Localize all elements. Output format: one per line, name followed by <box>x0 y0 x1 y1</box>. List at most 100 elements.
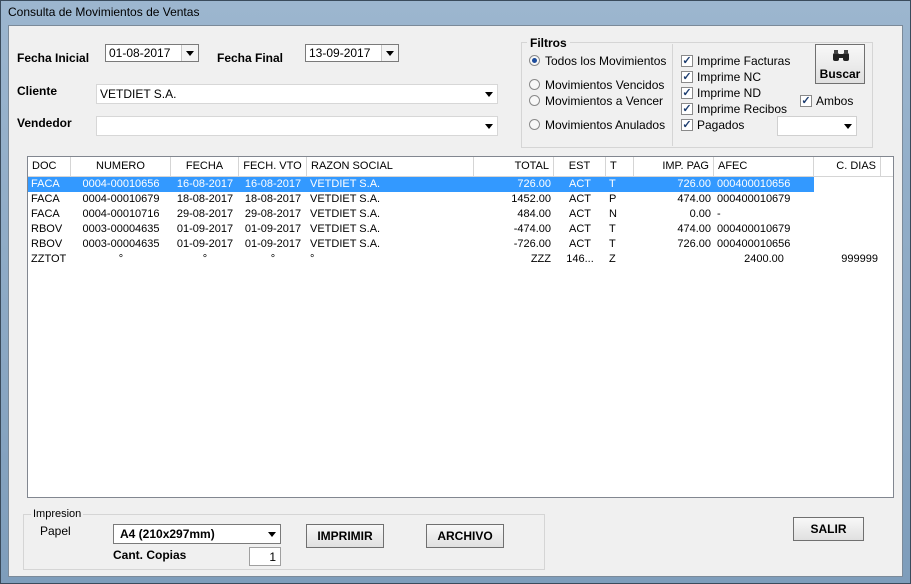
cell-total: ZZZ <box>530 253 551 265</box>
table-row[interactable]: FACA 0004-00010679 18-08-2017 18-08-2017 VET… <box>28 192 893 207</box>
table-row[interactable]: RBOV 0003-00004635 01-09-2017 01-09-2017 VET… <box>28 237 893 252</box>
fecha-final-picker[interactable]: 13-09-2017 <box>305 44 399 62</box>
title-bar[interactable]: Consulta de Movimientos de Ventas <box>1 1 910 23</box>
radio-dot[interactable] <box>529 119 540 130</box>
copias-input[interactable]: 1 <box>249 547 281 566</box>
cell-doc: ZZTOT <box>31 253 67 265</box>
app-window: Consulta de Movimientos de Ventas Fecha … <box>0 0 911 584</box>
col-fech-vto[interactable]: FECH. VTO <box>239 157 307 176</box>
vendedor-select[interactable] <box>96 116 498 136</box>
fecha-final-label: Fecha Final <box>217 51 284 65</box>
cell-afec: 000400010656 <box>717 178 791 190</box>
radio-dot[interactable] <box>529 79 540 90</box>
cell-c-dias: 999999 <box>841 253 878 265</box>
papel-select[interactable]: A4 (210x297mm) <box>113 524 281 544</box>
pagados-select[interactable] <box>777 116 857 136</box>
cell-est: 146... <box>566 253 594 265</box>
movimientos-table[interactable]: DOC NUMERO FECHA FECH. VTO RAZON SOCIAL … <box>27 156 894 498</box>
table-row[interactable]: FACA 0004-00010656 16-08-2017 16-08-2017 VET… <box>28 177 814 192</box>
checkbox-checked-icon[interactable]: ✓ <box>800 95 812 107</box>
cell-t: P <box>609 193 617 205</box>
buscar-button[interactable]: Buscar <box>815 44 865 84</box>
col-fecha[interactable]: FECHA <box>171 157 239 176</box>
fecha-inicial-picker[interactable]: 01-08-2017 <box>105 44 199 62</box>
radio-dot[interactable] <box>529 95 540 106</box>
chevron-down-icon[interactable] <box>264 526 280 542</box>
table-row[interactable]: RBOV 0003-00004635 01-09-2017 01-09-2017 VET… <box>28 222 893 237</box>
table-row[interactable]: ZZTOT ° ° ° ° ZZZ 146... Z 2400.00 999999 <box>28 252 893 267</box>
col-c-dias[interactable]: C. DIAS <box>814 157 881 176</box>
cell-est: ACT <box>569 223 591 235</box>
cliente-select[interactable]: VETDIET S.A. <box>96 84 498 104</box>
checkbox-checked-icon[interactable]: ✓ <box>681 103 693 115</box>
cell-t: T <box>609 238 616 250</box>
cell-total: 1452.00 <box>511 193 551 205</box>
cell-fecha: 01-09-2017 <box>176 223 234 235</box>
cell-est: ACT <box>569 178 591 190</box>
client-area: Fecha Inicial 01-08-2017 Fecha Final 13-… <box>8 25 903 577</box>
imprimir-button[interactable]: IMPRIMIR <box>306 524 384 548</box>
cell-numero: 0004-00010656 <box>82 178 160 190</box>
cell-fech-vto: 01-09-2017 <box>244 223 302 235</box>
checkbox-checked-icon[interactable]: ✓ <box>681 119 693 131</box>
chevron-down-icon[interactable] <box>381 45 398 61</box>
cliente-value: VETDIET S.A. <box>100 87 177 101</box>
cell-razon-social: ° <box>310 253 315 265</box>
col-razon-social[interactable]: RAZON SOCIAL <box>307 157 474 176</box>
checkbox-checked-icon[interactable]: ✓ <box>681 87 693 99</box>
cell-imp-pag <box>634 252 714 267</box>
cell-t: T <box>609 178 616 190</box>
chevron-down-icon[interactable] <box>481 86 497 102</box>
col-t[interactable]: T <box>606 157 634 176</box>
cell-numero: 0003-00004635 <box>82 238 160 250</box>
col-imp-pag[interactable]: IMP. PAG <box>634 157 714 176</box>
cell-c-dias <box>814 177 881 192</box>
filtros-title: Filtros <box>527 36 570 50</box>
cell-doc: FACA <box>31 193 60 205</box>
papel-value: A4 (210x297mm) <box>120 527 215 541</box>
cell-c-dias <box>814 207 881 222</box>
col-total[interactable]: TOTAL <box>474 157 554 176</box>
binoculars-icon <box>833 50 849 61</box>
vendedor-label: Vendedor <box>17 116 72 130</box>
cell-est: ACT <box>569 193 591 205</box>
cell-doc: FACA <box>31 178 60 190</box>
table-row[interactable]: FACA 0004-00010716 29-08-2017 29-08-2017 VET… <box>28 207 893 222</box>
radio-dot[interactable] <box>529 55 540 66</box>
archivo-button[interactable]: ARCHIVO <box>426 524 504 548</box>
salir-button[interactable]: SALIR <box>793 517 864 541</box>
cell-imp-pag: 474.00 <box>677 193 711 205</box>
col-est[interactable]: EST <box>554 157 606 176</box>
cell-fecha: ° <box>202 253 208 265</box>
cell-fech-vto: 01-09-2017 <box>244 238 302 250</box>
cell-est: ACT <box>569 208 591 220</box>
copias-label: Cant. Copias <box>113 548 187 562</box>
checkbox-checked-icon[interactable]: ✓ <box>681 55 693 67</box>
cell-c-dias <box>814 222 881 237</box>
cell-razon-social: VETDIET S.A. <box>310 193 381 205</box>
col-afec[interactable]: AFEC <box>714 157 814 176</box>
table-header: DOC NUMERO FECHA FECH. VTO RAZON SOCIAL … <box>28 157 893 177</box>
cell-fecha: 29-08-2017 <box>176 208 234 220</box>
buscar-label: Buscar <box>819 67 861 81</box>
cell-fech-vto: ° <box>270 253 276 265</box>
chevron-down-icon[interactable] <box>181 45 198 61</box>
chevron-down-icon[interactable] <box>840 118 856 134</box>
cell-imp-pag: 474.00 <box>677 223 711 235</box>
cell-fech-vto: 18-08-2017 <box>244 193 302 205</box>
cell-t: N <box>609 208 617 220</box>
cell-numero: 0003-00004635 <box>82 223 160 235</box>
checkbox-checked-icon[interactable]: ✓ <box>681 71 693 83</box>
col-doc[interactable]: DOC <box>28 157 71 176</box>
filtros-divider <box>672 44 673 146</box>
cell-afec: - <box>717 208 721 220</box>
cell-fecha: 16-08-2017 <box>176 178 234 190</box>
chevron-down-icon[interactable] <box>481 118 497 134</box>
cliente-label: Cliente <box>17 84 58 98</box>
col-numero[interactable]: NUMERO <box>71 157 171 176</box>
cell-total: 484.00 <box>517 208 551 220</box>
window-title: Consulta de Movimientos de Ventas <box>8 5 200 19</box>
fecha-final-value: 13-09-2017 <box>309 46 371 60</box>
cell-numero: 0004-00010716 <box>82 208 160 220</box>
papel-label: Papel <box>40 524 71 538</box>
